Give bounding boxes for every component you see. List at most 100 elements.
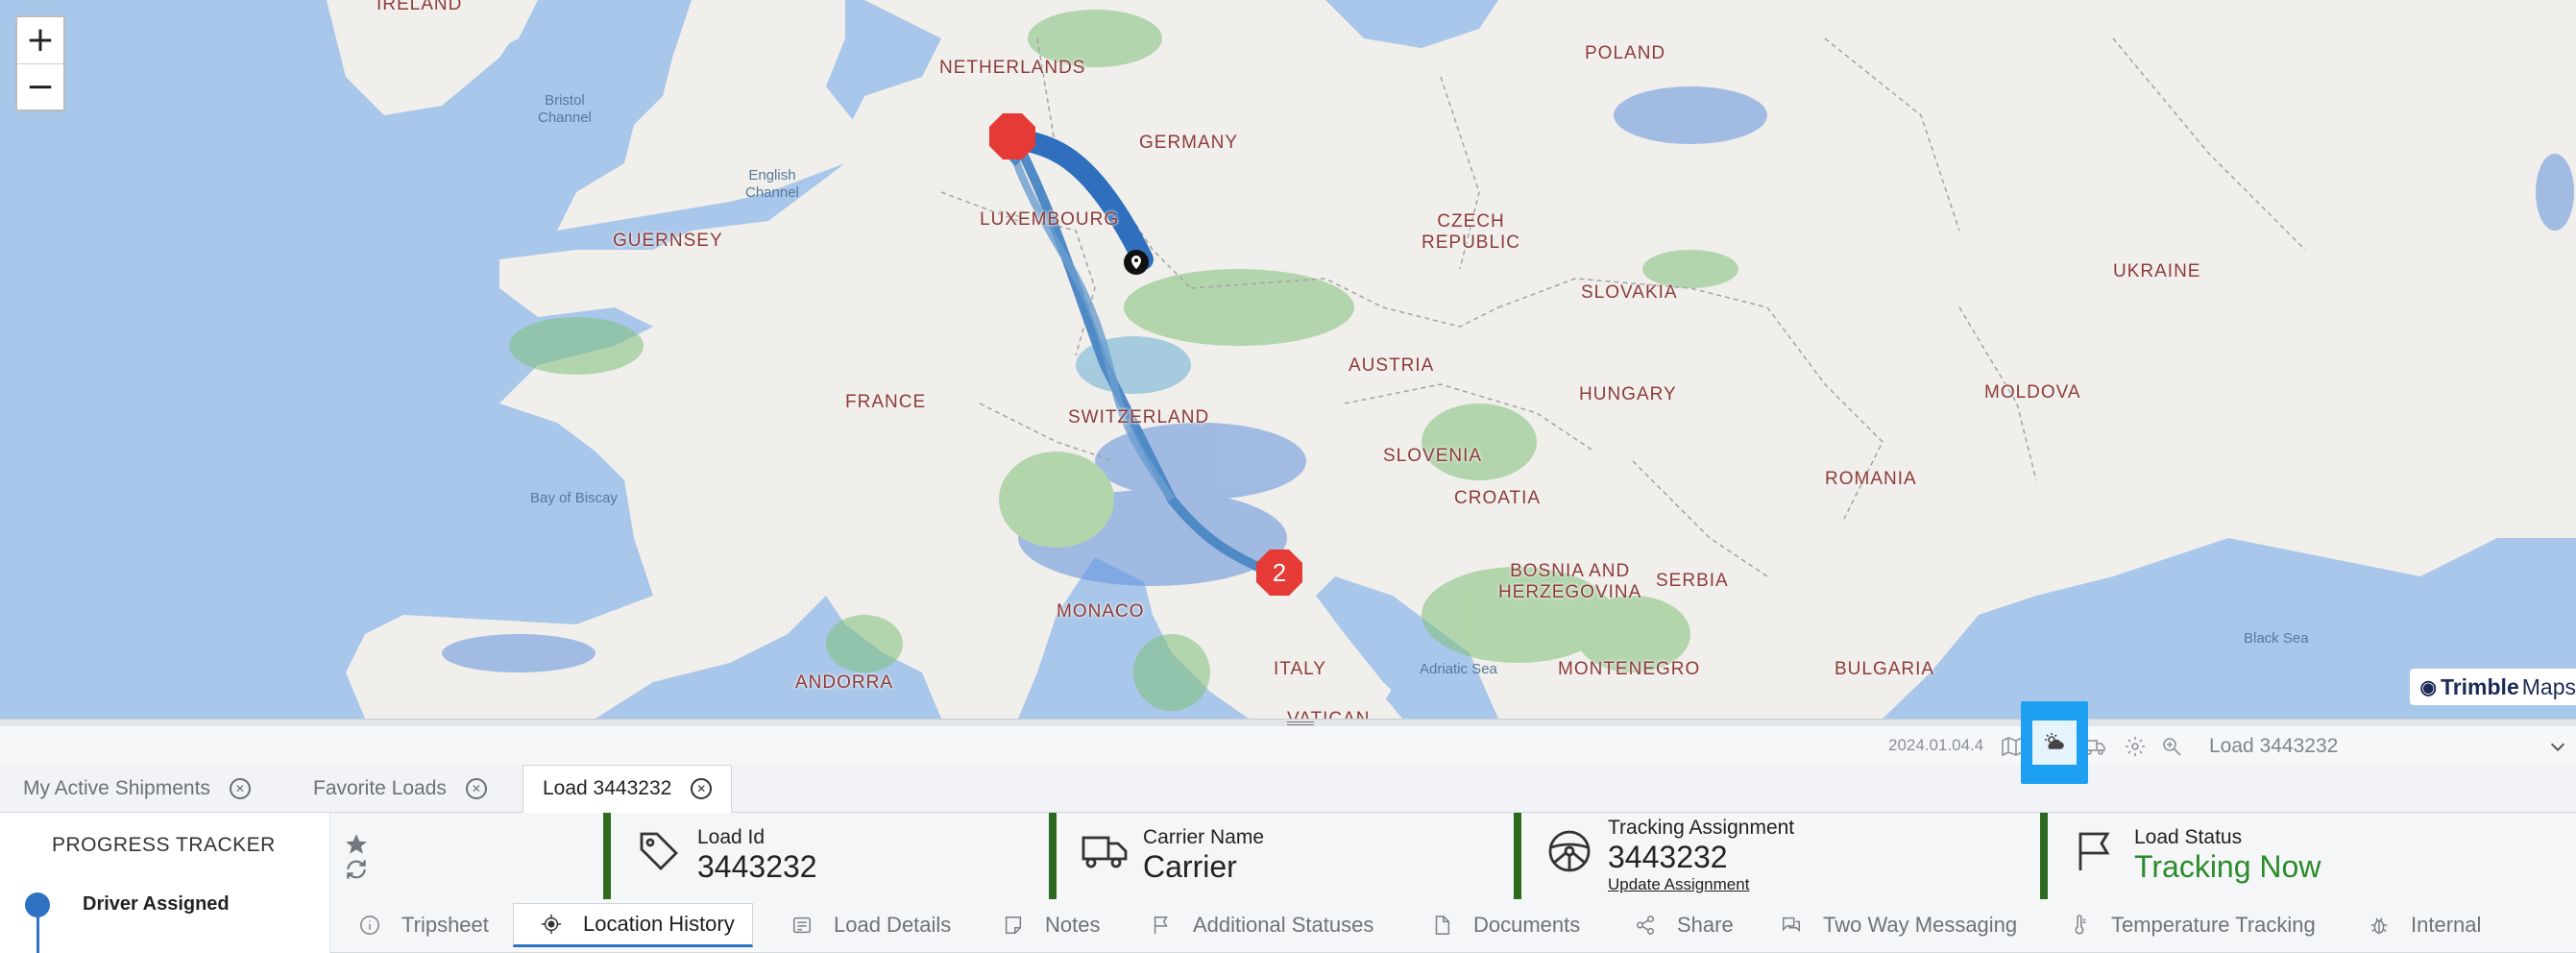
tab-my-active-shipments[interactable]: My Active Shipments ✕	[23, 765, 251, 813]
weather-icon	[2032, 721, 2077, 765]
label-serbia: SERBIA	[1656, 571, 1729, 591]
tab-load-3443232[interactable]: Load 3443232 ✕	[522, 765, 733, 814]
label-switzerland: SWITZERLAND	[1068, 407, 1210, 428]
tab-label: Load Details	[834, 913, 952, 937]
tab-label: Documents	[1473, 913, 1581, 937]
label-romania: ROMANIA	[1825, 469, 1917, 489]
label-black-sea: Black Sea	[2244, 630, 2309, 647]
label-monaco: MONACO	[1057, 601, 1145, 622]
status-value: Tracking Now	[2134, 849, 2321, 884]
label-moldova: MOLDOVA	[1984, 382, 2081, 403]
settings-icon[interactable]	[2121, 732, 2150, 761]
carrier-card: Carrier Name Carrier	[1049, 813, 1516, 899]
chat-icon	[1783, 916, 1800, 933]
label-croatia: CROATIA	[1454, 488, 1542, 508]
star-icon[interactable]	[344, 832, 369, 857]
label-andorra: ANDORRA	[795, 672, 894, 693]
origin-stop-marker[interactable]	[987, 111, 1037, 161]
label-bosnia: BOSNIA AND HERZEGOVINA	[1498, 561, 1642, 602]
tab-internal[interactable]: Internal	[2369, 903, 2481, 947]
map-view[interactable]: IRELAND NETHERLANDS GERMANY LUXEMBOURG P…	[0, 0, 2576, 719]
tab-additional-statuses[interactable]: Additional Statuses	[1151, 903, 1373, 947]
tracking-card: Tracking Assignment 3443232 Update Assig…	[1514, 813, 2042, 899]
tab-two-way-messaging[interactable]: Two Way Messaging	[1781, 903, 2017, 947]
brand-suffix: Maps	[2521, 673, 2576, 699]
note-icon	[1005, 916, 1022, 934]
tab-documents[interactable]: Documents	[1431, 903, 1580, 947]
trimble-logo-icon: ◉	[2419, 676, 2437, 698]
tab-label: My Active Shipments	[23, 777, 210, 799]
grip-icon	[1287, 721, 1314, 725]
close-icon[interactable]: ✕	[465, 778, 487, 799]
label-czech: CZECH REPUBLIC	[1422, 211, 1521, 253]
close-icon[interactable]: ✕	[691, 778, 713, 799]
tracking-label: Tracking Assignment	[1608, 817, 1795, 839]
tab-location-history[interactable]: Location History	[513, 903, 753, 947]
tracking-value: 3443232	[1608, 840, 1728, 874]
label-france: FRANCE	[845, 392, 927, 412]
shipment-tabs: My Active Shipments ✕ Favorite Loads ✕ L…	[0, 765, 2576, 814]
load-status-card: Load Status Tracking Now	[2040, 813, 2576, 899]
tab-label: Favorite Loads	[313, 777, 447, 799]
zoom-out-button[interactable]: −	[17, 63, 63, 110]
location-pin-icon[interactable]	[1122, 248, 1151, 277]
load-id-value: 3443232	[697, 849, 817, 884]
zoom-icon[interactable]	[2157, 732, 2186, 761]
label-adriatic-sea: Adriatic Sea	[1420, 661, 1497, 677]
panel-resize-handle[interactable]	[0, 719, 2576, 726]
weather-toggle-button[interactable]	[2021, 701, 2088, 784]
tab-label: Load 3443232	[543, 777, 672, 799]
version-text: 2024.01.04.4	[1888, 736, 1984, 754]
tab-label: Two Way Messaging	[1823, 913, 2018, 937]
info-icon	[360, 916, 379, 935]
tab-temperature-tracking[interactable]: Temperature Tracking	[2069, 903, 2316, 947]
tab-label: Additional Statuses	[1193, 913, 1374, 937]
label-montenegro: MONTENEGRO	[1558, 659, 1701, 679]
thermometer-icon	[2075, 915, 2086, 935]
label-bulgaria: BULGARIA	[1835, 659, 1935, 679]
progress-line	[36, 909, 39, 953]
tab-tripsheet[interactable]: Tripsheet	[359, 903, 489, 947]
map-toolbar: 2024.01.04.4 Load 3443232	[0, 701, 2576, 784]
label-germany: GERMANY	[1139, 133, 1239, 153]
refresh-icon[interactable]	[344, 857, 369, 882]
document-icon	[1435, 916, 1450, 935]
load-panel: PROGRESS TRACKER Driver Assigned Load Id…	[0, 813, 2576, 953]
label-guernsey: GUERNSEY	[613, 231, 723, 251]
load-detail-tabs: Tripsheet Location History Load Details …	[330, 899, 2576, 953]
carrier-value: Carrier	[1143, 849, 1237, 884]
label-austria: AUSTRIA	[1349, 355, 1435, 376]
label-italy: ITALY	[1274, 659, 1326, 679]
label-netherlands: NETHERLANDS	[939, 58, 1086, 78]
tab-share[interactable]: Share	[1635, 903, 1734, 947]
tab-load-details[interactable]: Load Details	[791, 903, 951, 947]
tab-label: Share	[1677, 913, 1734, 937]
tab-label: Tripsheet	[401, 913, 489, 937]
tab-notes[interactable]: Notes	[1003, 903, 1100, 947]
carrier-label: Carrier Name	[1143, 826, 1265, 848]
label-slovenia: SLOVENIA	[1383, 446, 1483, 466]
truck-icon	[1081, 828, 1128, 874]
stop-marker-2[interactable]: 2	[1254, 548, 1304, 598]
label-ireland: IRELAND	[377, 0, 463, 14]
side-actions	[344, 832, 373, 882]
label-hungary: HUNGARY	[1579, 384, 1677, 404]
label-ukraine: UKRAINE	[2113, 261, 2201, 281]
zoom-in-button[interactable]: +	[17, 17, 63, 63]
stop-number: 2	[1272, 558, 1287, 587]
label-vatican: VATICAN	[1287, 709, 1371, 719]
tab-label: Location History	[583, 912, 735, 936]
load-summary: Load Id 3443232 Carrier Name Carrier Tra…	[330, 813, 2576, 899]
load-selector[interactable]: Load 3443232	[2209, 732, 2568, 761]
progress-title: PROGRESS TRACKER	[52, 834, 276, 856]
load-id-label: Load Id	[697, 826, 766, 848]
status-label: Load Status	[2134, 826, 2243, 848]
map-base	[327, 0, 2576, 719]
label-bristol-channel: Bristol Channel	[538, 92, 592, 126]
tab-favorite-loads[interactable]: Favorite Loads ✕	[313, 765, 487, 813]
update-assignment-link[interactable]: Update Assignment	[1608, 875, 1749, 894]
details-icon	[793, 916, 811, 934]
flag-icon	[1154, 916, 1168, 935]
close-icon[interactable]: ✕	[229, 778, 251, 799]
label-english-channel: English Channel	[745, 167, 799, 201]
